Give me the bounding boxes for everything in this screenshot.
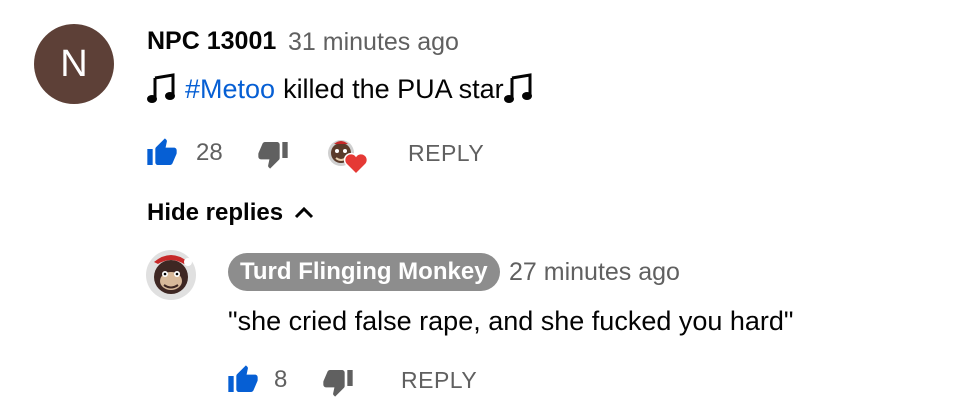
hide-replies-label: Hide replies bbox=[147, 199, 284, 226]
thumbs-down-icon[interactable] bbox=[322, 366, 354, 398]
like-count: 28 bbox=[196, 139, 223, 166]
thumbs-down-icon[interactable] bbox=[257, 138, 289, 170]
thumbs-up-icon[interactable] bbox=[227, 364, 259, 396]
thumbs-up-icon[interactable] bbox=[146, 137, 178, 169]
music-note-icon bbox=[147, 73, 175, 103]
reply-button[interactable]: REPLY bbox=[408, 138, 484, 168]
commenter-avatar[interactable]: N bbox=[34, 24, 114, 104]
chevron-up-icon bbox=[295, 206, 314, 219]
reply-author-badge[interactable]: Turd Flinging Monkey bbox=[228, 253, 500, 291]
reply-timestamp[interactable]: 27 minutes ago bbox=[509, 257, 680, 287]
reply-author-avatar[interactable] bbox=[146, 250, 196, 300]
comment-author[interactable]: NPC 13001 bbox=[147, 26, 276, 56]
comment-text: #Metoo killed the PUA star bbox=[147, 72, 534, 106]
creator-heart-icon bbox=[328, 140, 369, 176]
reply-reply-button[interactable]: REPLY bbox=[401, 365, 477, 395]
reply-like-count: 8 bbox=[274, 366, 288, 393]
comment-timestamp[interactable]: 31 minutes ago bbox=[288, 27, 459, 57]
reply-text: "she cried false rape, and she fucked yo… bbox=[228, 306, 794, 336]
music-note-icon bbox=[503, 73, 532, 103]
hide-replies-toggle[interactable]: Hide replies bbox=[147, 198, 315, 228]
hashtag-link[interactable]: #Metoo bbox=[185, 72, 275, 106]
comment-body: killed the PUA star bbox=[283, 74, 504, 104]
